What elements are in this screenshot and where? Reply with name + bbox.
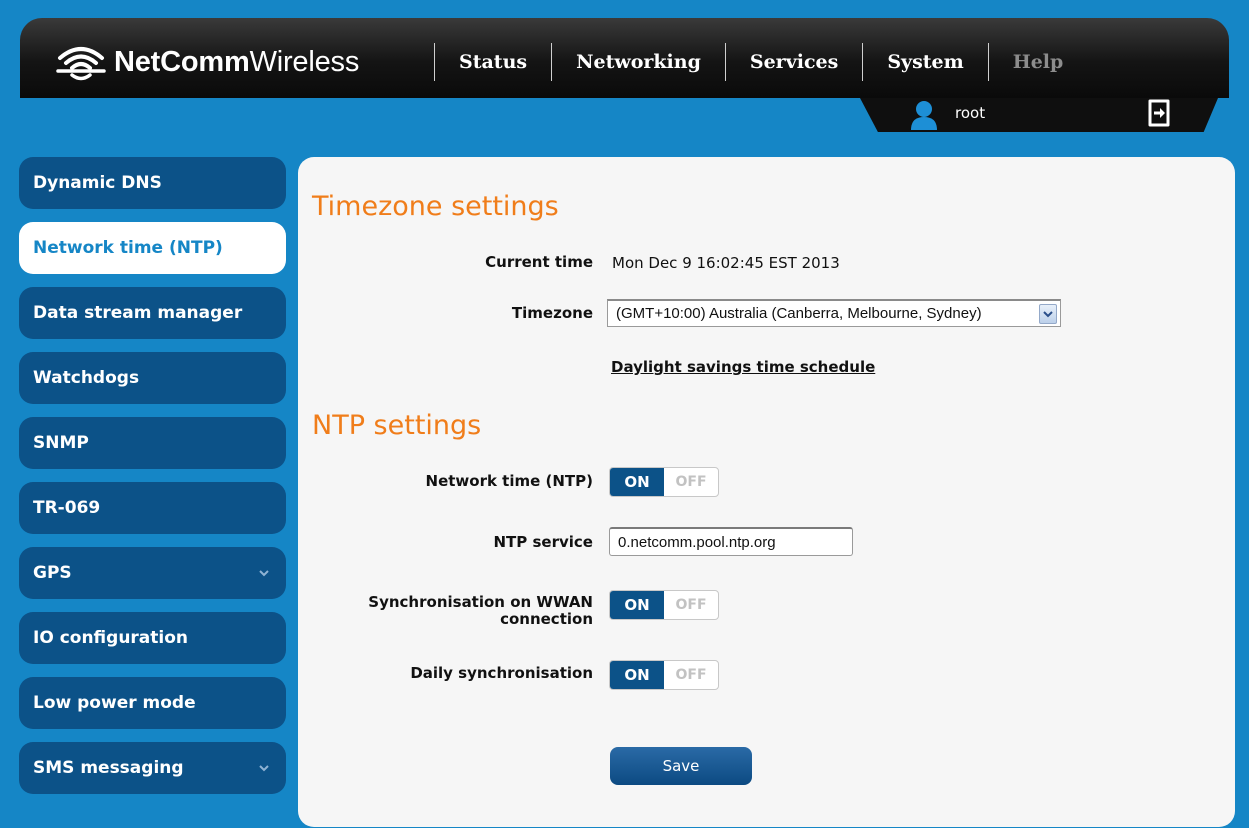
bottom-strip bbox=[0, 828, 1249, 839]
sidebar-item-tr-069[interactable]: TR-069 bbox=[19, 482, 286, 534]
sidebar-item-label: Low power mode bbox=[33, 693, 196, 713]
sidebar-item-label: GPS bbox=[33, 563, 72, 583]
ntp-settings-title: NTP settings bbox=[312, 410, 482, 441]
chevron-down-icon bbox=[259, 765, 269, 772]
sidebar-item-label: Network time (NTP) bbox=[33, 238, 223, 258]
timezone-selected-value: (GMT+10:00) Australia (Canberra, Melbour… bbox=[616, 305, 982, 322]
sidebar: Dynamic DNS Network time (NTP) Data stre… bbox=[19, 157, 286, 807]
sidebar-item-sms-messaging[interactable]: SMS messaging bbox=[19, 742, 286, 794]
user-icon bbox=[911, 101, 937, 130]
main-menu: Status Networking Services System Help bbox=[434, 42, 1087, 82]
sidebar-item-gps[interactable]: GPS bbox=[19, 547, 286, 599]
sidebar-item-network-time[interactable]: Network time (NTP) bbox=[19, 222, 286, 274]
nav-status[interactable]: Status bbox=[435, 51, 551, 73]
sidebar-item-label: Watchdogs bbox=[33, 368, 140, 388]
nav-help[interactable]: Help bbox=[989, 51, 1088, 73]
nav-system[interactable]: System bbox=[863, 51, 987, 73]
top-navigation-bar: NetCommWireless Status Networking Servic… bbox=[20, 18, 1229, 98]
sidebar-item-dynamic-dns[interactable]: Dynamic DNS bbox=[19, 157, 286, 209]
current-time-value: Mon Dec 9 16:02:45 EST 2013 bbox=[612, 254, 840, 272]
sidebar-item-io-configuration[interactable]: IO configuration bbox=[19, 612, 286, 664]
daily-sync-label: Daily synchronisation bbox=[410, 664, 593, 682]
sidebar-item-label: Data stream manager bbox=[33, 303, 243, 323]
save-button[interactable]: Save bbox=[610, 747, 752, 785]
nav-networking[interactable]: Networking bbox=[552, 51, 725, 73]
sidebar-item-snmp[interactable]: SNMP bbox=[19, 417, 286, 469]
ntp-service-input[interactable] bbox=[609, 527, 853, 556]
toggle-off[interactable]: OFF bbox=[664, 661, 718, 689]
network-time-toggle[interactable]: ON OFF bbox=[609, 467, 719, 497]
wifi-logo-icon bbox=[56, 47, 106, 81]
network-time-label: Network time (NTP) bbox=[425, 472, 593, 490]
sidebar-item-watchdogs[interactable]: Watchdogs bbox=[19, 352, 286, 404]
main-panel: Timezone settings Current time Mon Dec 9… bbox=[298, 157, 1235, 827]
brand-name: NetCommWireless bbox=[114, 45, 360, 78]
current-time-label: Current time bbox=[485, 253, 593, 271]
sync-wwan-label: Synchronisation on WWAN connection bbox=[368, 593, 593, 628]
sidebar-item-data-stream-manager[interactable]: Data stream manager bbox=[19, 287, 286, 339]
sidebar-item-label: SMS messaging bbox=[33, 758, 184, 778]
logout-icon[interactable] bbox=[1147, 99, 1171, 127]
chevron-down-icon bbox=[259, 570, 269, 577]
dropdown-arrow-icon[interactable] bbox=[1039, 304, 1057, 324]
sync-wwan-toggle[interactable]: ON OFF bbox=[609, 590, 719, 620]
brand-logo: NetCommWireless bbox=[56, 42, 359, 82]
sidebar-item-label: TR-069 bbox=[33, 498, 101, 518]
dst-schedule-link[interactable]: Daylight savings time schedule bbox=[611, 358, 875, 376]
sidebar-item-low-power-mode[interactable]: Low power mode bbox=[19, 677, 286, 729]
sidebar-item-label: SNMP bbox=[33, 433, 89, 453]
timezone-label: Timezone bbox=[511, 304, 593, 322]
toggle-on[interactable]: ON bbox=[610, 591, 664, 619]
username: root bbox=[955, 104, 986, 122]
toggle-off[interactable]: OFF bbox=[664, 591, 718, 619]
timezone-select[interactable]: (GMT+10:00) Australia (Canberra, Melbour… bbox=[607, 299, 1061, 327]
sidebar-item-label: IO configuration bbox=[33, 628, 189, 648]
toggle-on[interactable]: ON bbox=[610, 661, 664, 689]
ntp-service-label: NTP service bbox=[493, 533, 594, 551]
toggle-off[interactable]: OFF bbox=[664, 468, 718, 496]
timezone-settings-title: Timezone settings bbox=[312, 191, 559, 222]
daily-sync-toggle[interactable]: ON OFF bbox=[609, 660, 719, 690]
toggle-on[interactable]: ON bbox=[610, 468, 664, 496]
nav-services[interactable]: Services bbox=[726, 51, 862, 73]
sidebar-item-label: Dynamic DNS bbox=[33, 173, 162, 193]
